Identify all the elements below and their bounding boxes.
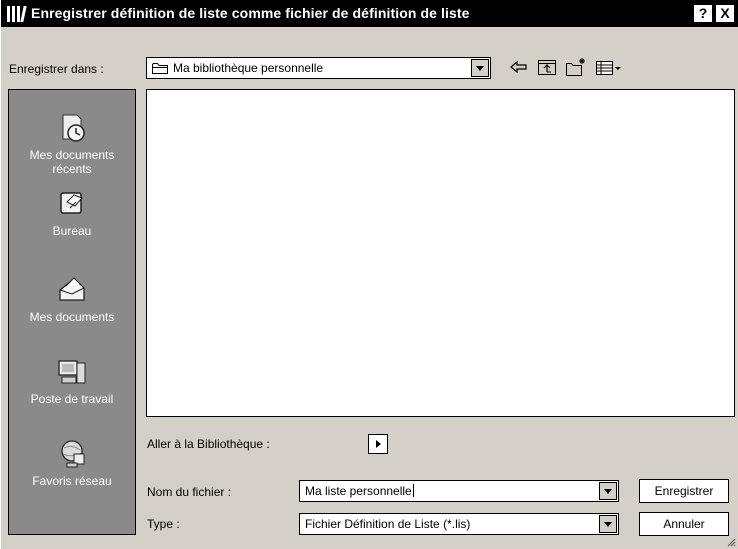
recent-documents-icon	[62, 114, 85, 142]
network-places-icon	[61, 440, 85, 468]
place-recent-documents[interactable]: Mes documents récents	[9, 112, 135, 176]
place-label: Bureau	[52, 224, 92, 238]
cancel-button[interactable]: Annuler	[639, 512, 729, 536]
place-label: Poste de travail	[30, 392, 114, 406]
save-in-value: Ma bibliothèque personnelle	[173, 61, 324, 75]
place-network[interactable]: Favoris réseau	[9, 438, 135, 488]
place-my-documents[interactable]: Mes documents	[9, 274, 135, 324]
chevron-down-icon[interactable]	[599, 515, 617, 533]
resize-grip-icon[interactable]	[726, 537, 736, 547]
text-caret	[412, 484, 414, 497]
filename-text: Ma liste personnelle	[305, 484, 414, 498]
desktop-icon	[60, 192, 83, 214]
place-label: Mes documents récents	[29, 148, 115, 176]
place-label: Mes documents	[29, 310, 115, 324]
save-in-label: Enregistrer dans :	[9, 62, 104, 76]
close-button[interactable]: X	[715, 4, 735, 23]
window-title: Enregistrer définition de liste comme fi…	[31, 5, 470, 21]
my-computer-icon	[58, 360, 86, 384]
type-label: Type :	[147, 517, 180, 531]
chevron-down-icon[interactable]	[471, 59, 489, 77]
filename-value: Ma liste personnelle	[305, 484, 412, 498]
chevron-down-icon[interactable]	[599, 482, 617, 500]
my-documents-icon	[59, 277, 85, 301]
save-in-dropdown[interactable]: Ma bibliothèque personnelle	[146, 57, 491, 79]
places-bar: Mes documents récents Bureau Mes documen…	[8, 89, 136, 535]
save-button[interactable]: Enregistrer	[639, 479, 729, 503]
goto-library-label: Aller à la Bibliothèque :	[147, 437, 270, 451]
place-label: Favoris réseau	[32, 474, 112, 488]
folder-icon	[152, 63, 168, 74]
up-folder-icon[interactable]	[535, 56, 559, 78]
file-type-select[interactable]: Fichier Définition de Liste (*.lis)	[299, 513, 619, 535]
library-icon	[7, 6, 27, 22]
title-bar[interactable]: Enregistrer définition de liste comme fi…	[1, 0, 738, 27]
place-my-computer[interactable]: Poste de travail	[9, 356, 135, 406]
back-arrow-icon[interactable]	[507, 56, 531, 78]
new-folder-icon[interactable]	[564, 56, 588, 78]
file-list[interactable]	[146, 89, 735, 417]
file-type-value: Fichier Définition de Liste (*.lis)	[305, 517, 471, 531]
place-desktop[interactable]: Bureau	[9, 188, 135, 238]
goto-library-button[interactable]	[368, 434, 388, 454]
filename-label: Nom du fichier :	[147, 485, 232, 499]
filename-field[interactable]: Ma liste personnelle	[299, 480, 619, 502]
help-button[interactable]: ?	[693, 4, 713, 23]
save-dialog: Enregistrer définition de liste comme fi…	[0, 0, 738, 549]
view-menu-icon[interactable]	[594, 56, 624, 78]
